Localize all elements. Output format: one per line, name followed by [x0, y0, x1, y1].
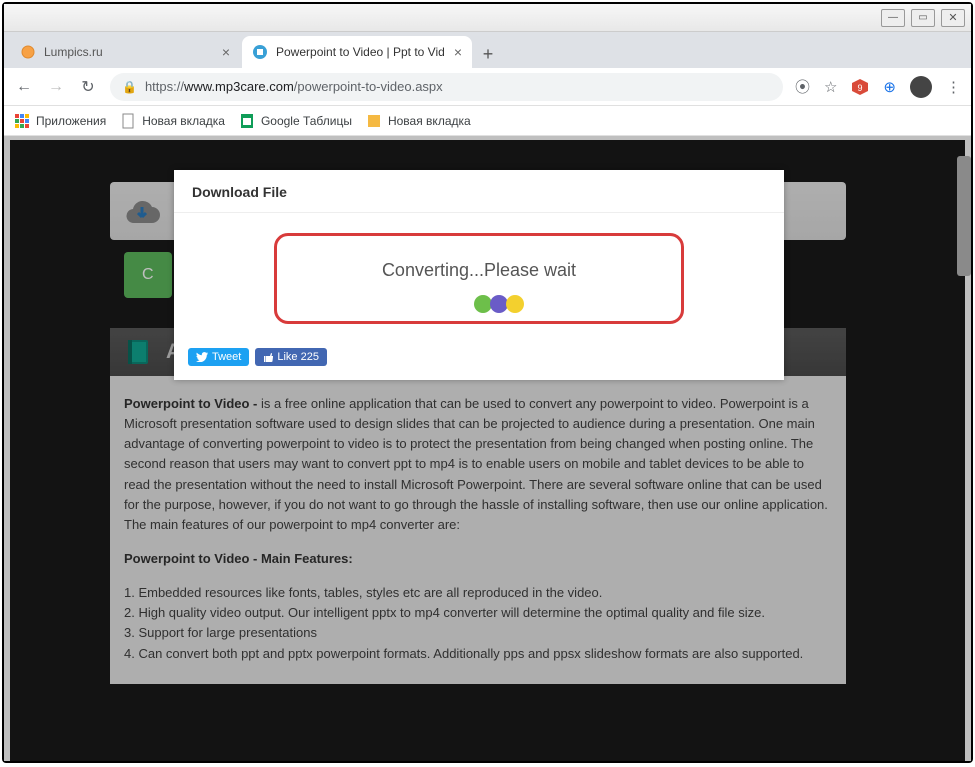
status-highlight: Converting...Please wait: [274, 233, 684, 324]
like-label: Like 225: [277, 351, 319, 363]
lumpics-favicon-icon: [20, 44, 36, 60]
bookmarks-bar: Приложения Новая вкладка Google Таблицы …: [4, 106, 971, 136]
page-viewport: C About Powerpoint to Video - Ppt to Mp4…: [4, 136, 971, 761]
tab-title: Powerpoint to Video | Ppt to Vid: [276, 45, 448, 59]
download-modal: Download File Converting...Please wait: [174, 170, 784, 380]
apps-icon: [14, 113, 30, 129]
status-text: Converting...Please wait: [287, 260, 671, 281]
profile-avatar[interactable]: [910, 76, 932, 98]
lock-icon: 🔒: [122, 80, 137, 94]
thumb-up-icon: [263, 352, 273, 362]
tab-title: Lumpics.ru: [44, 45, 216, 59]
forward-button[interactable]: →: [46, 78, 66, 96]
reload-button[interactable]: ↻: [78, 77, 98, 97]
newtab-bookmark[interactable]: Новая вкладка: [120, 113, 225, 129]
tweet-button[interactable]: Tweet: [188, 348, 249, 366]
like-button[interactable]: Like 225: [255, 348, 327, 366]
apps-bookmark[interactable]: Приложения: [14, 113, 106, 129]
tab-lumpics[interactable]: Lumpics.ru ×: [10, 36, 240, 68]
modal-title: Download File: [174, 170, 784, 213]
url-input[interactable]: 🔒 https://www.mp3care.com/powerpoint-to-…: [110, 73, 783, 101]
menu-icon[interactable]: ⋮: [946, 78, 961, 96]
address-actions: ⦿ ☆ 9 ⊕ ⋮: [795, 76, 961, 98]
tab-close-icon[interactable]: ×: [454, 45, 462, 59]
tab-close-icon[interactable]: ×: [222, 45, 230, 59]
adblock-ext-icon[interactable]: 9: [851, 78, 869, 96]
mp3care-favicon-icon: [252, 44, 268, 60]
star-icon[interactable]: ☆: [824, 78, 837, 96]
address-bar: ← → ↻ 🔒 https://www.mp3care.com/powerpoi…: [4, 68, 971, 106]
orange-page-icon: [366, 113, 382, 129]
minimize-button[interactable]: —: [881, 9, 905, 27]
svg-text:9: 9: [858, 83, 863, 93]
back-button[interactable]: ←: [14, 78, 34, 96]
sheets-bookmark[interactable]: Google Таблицы: [239, 113, 352, 129]
social-row: Tweet Like 225: [174, 338, 784, 380]
new-tab-button[interactable]: +: [474, 40, 502, 68]
twitter-icon: [196, 352, 208, 362]
window-frame: — ▭ ✕ Lumpics.ru × Powerpoint to Video |…: [2, 2, 973, 763]
sheets-icon: [239, 113, 255, 129]
translate-icon[interactable]: ⦿: [795, 76, 810, 97]
spinner-dot-icon: [506, 295, 524, 313]
loading-spinner: [287, 295, 671, 313]
bookmark-label: Новая вкладка: [388, 114, 471, 128]
window-titlebar: — ▭ ✕: [4, 4, 971, 32]
bookmark-label: Новая вкладка: [142, 114, 225, 128]
tab-powerpoint[interactable]: Powerpoint to Video | Ppt to Vid ×: [242, 36, 472, 68]
bookmark-label: Приложения: [36, 114, 106, 128]
maximize-button[interactable]: ▭: [911, 9, 935, 27]
tab-strip: Lumpics.ru × Powerpoint to Video | Ppt t…: [4, 32, 971, 68]
modal-body: Converting...Please wait: [174, 213, 784, 338]
page-icon: [120, 113, 136, 129]
newtab2-bookmark[interactable]: Новая вкладка: [366, 113, 471, 129]
tweet-label: Tweet: [212, 351, 241, 363]
bookmark-label: Google Таблицы: [261, 114, 352, 128]
url-text: https://www.mp3care.com/powerpoint-to-vi…: [145, 79, 443, 94]
close-button[interactable]: ✕: [941, 9, 965, 27]
globe-ext-icon[interactable]: ⊕: [883, 78, 896, 96]
